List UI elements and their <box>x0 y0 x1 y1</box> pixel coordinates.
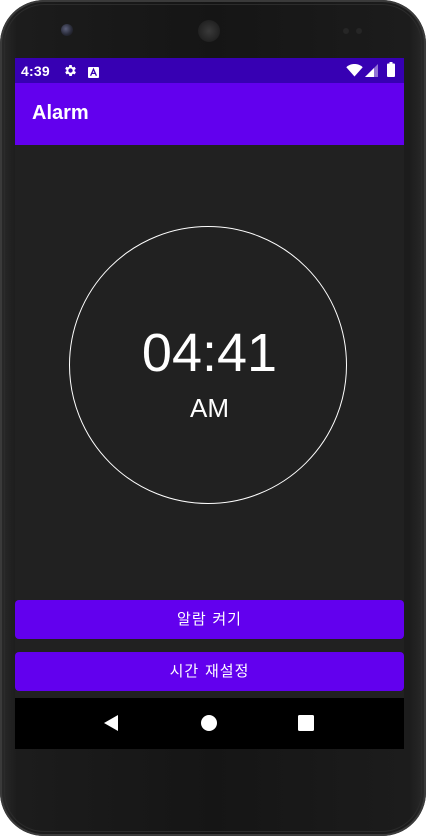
reset-time-button[interactable]: 시간 재설정 <box>15 652 404 691</box>
alarm-on-button[interactable]: 알람 켜기 <box>15 600 404 639</box>
page-title: Alarm <box>32 102 89 124</box>
screen: 4:39 Alarm 04:41 AM 알람 켜기 시간 재설정 <box>15 58 404 749</box>
home-icon[interactable] <box>198 712 220 734</box>
proximity-sensor <box>343 28 349 34</box>
navigation-bar <box>15 698 404 749</box>
gear-icon <box>63 63 78 83</box>
earpiece-speaker <box>198 20 220 42</box>
wifi-icon <box>346 63 363 82</box>
alarm-time-display[interactable]: 04:41 <box>15 322 404 384</box>
phone-frame: 4:39 Alarm 04:41 AM 알람 켜기 시간 재설정 <box>0 0 426 836</box>
signal-icon <box>365 64 378 82</box>
battery-icon <box>387 62 395 82</box>
light-sensor <box>356 28 362 34</box>
recents-icon[interactable] <box>295 712 317 734</box>
status-bar: 4:39 <box>15 58 404 83</box>
status-time: 4:39 <box>21 63 50 79</box>
alarm-period-display: AM <box>190 393 229 423</box>
a-badge-icon <box>88 65 99 83</box>
app-bar: Alarm <box>15 83 404 145</box>
front-camera <box>61 24 73 36</box>
back-icon[interactable] <box>100 712 122 734</box>
